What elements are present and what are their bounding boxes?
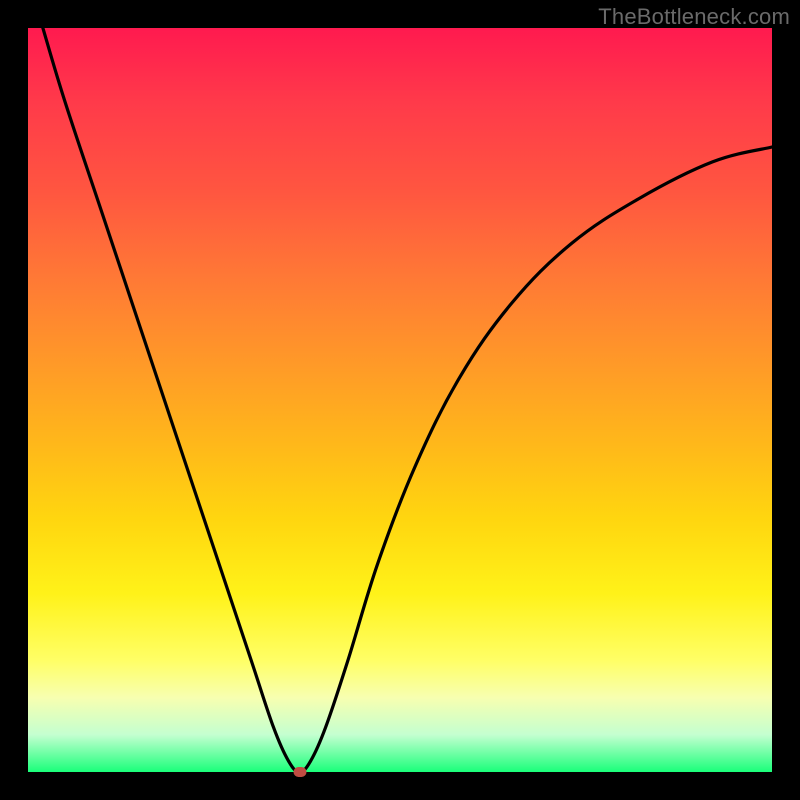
minimum-marker — [293, 767, 306, 777]
bottleneck-curve — [28, 28, 772, 772]
plot-area — [28, 28, 772, 772]
chart-frame: TheBottleneck.com — [0, 0, 800, 800]
watermark-text: TheBottleneck.com — [598, 4, 790, 30]
